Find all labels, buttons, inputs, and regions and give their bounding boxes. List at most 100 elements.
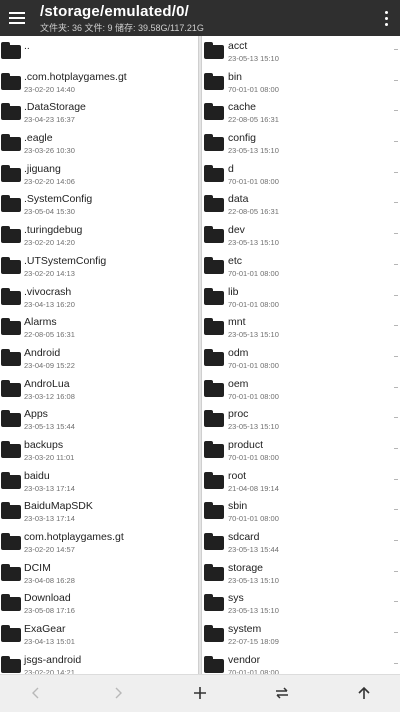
chevron-right-icon <box>115 687 122 699</box>
folder-row[interactable]: storage 23-05-13 15:10 <box>202 558 400 589</box>
folder-icon <box>204 72 224 90</box>
folder-name: acct <box>228 40 248 52</box>
folder-row[interactable]: bin 70-01-01 08:00 <box>202 67 400 98</box>
folder-name: Apps <box>24 408 48 421</box>
folder-row[interactable]: Download 23-05-08 17:16 <box>0 588 198 619</box>
chevron-left-icon <box>32 687 39 699</box>
folder-date: 23-02-20 14:40 <box>24 84 75 94</box>
folder-name: .SystemConfig <box>24 193 93 206</box>
folder-row[interactable]: DCIM 23-04-08 16:28 <box>0 558 198 589</box>
folder-icon <box>204 42 224 59</box>
folder-date: 23-05-13 15:10 <box>228 238 279 248</box>
right-file-pane[interactable]: acct 23-05-13 15:10 bin 70-01-01 08:00 cache… <box>202 36 400 674</box>
folder-row[interactable]: odm 70-01-01 08:00 <box>202 343 400 374</box>
folder-row[interactable]: proc 23-05-13 15:10 <box>202 404 400 435</box>
folder-row[interactable]: cache 22-08-05 16:31 <box>202 97 400 128</box>
folder-row[interactable]: baidu 23-03-13 17:14 <box>0 466 198 497</box>
folder-icon <box>1 533 21 550</box>
add-button[interactable] <box>180 675 220 712</box>
folder-row[interactable]: data 22-08-05 16:31 <box>202 189 400 220</box>
folder-row[interactable]: system 22-07-15 18:09 <box>202 619 400 650</box>
row-separator-mark <box>394 110 398 112</box>
folder-icon <box>204 103 224 121</box>
folder-icon <box>1 134 21 152</box>
folder-row[interactable]: .jiguang 23-02-20 14:06 <box>0 159 198 190</box>
folder-row[interactable]: AndroLua 23-03-12 16:08 <box>0 374 198 405</box>
folder-name: sbin <box>228 500 248 513</box>
more-vert-icon[interactable] <box>380 9 394 27</box>
folder-name: baidu <box>24 469 50 482</box>
folder-name: data <box>228 193 249 206</box>
folder-name: odm <box>228 346 249 359</box>
folder-row[interactable]: .SystemConfig 23-05-04 15:30 <box>0 189 198 220</box>
folder-date: 22-07-15 18:09 <box>228 637 279 647</box>
folder-row[interactable]: backups 23-03-20 11:01 <box>0 435 198 466</box>
folder-name: sys <box>228 592 244 605</box>
folder-row[interactable]: product 70-01-01 08:00 <box>202 435 400 466</box>
folder-row[interactable]: mnt 23-05-13 15:10 <box>202 312 400 343</box>
folder-date: 23-03-13 17:14 <box>24 514 75 524</box>
folder-icon <box>204 256 224 274</box>
folder-row[interactable]: lib 70-01-01 08:00 <box>202 282 400 313</box>
row-separator-mark <box>394 355 398 357</box>
folder-name: AndroLua <box>24 377 70 390</box>
folder-row[interactable]: BaiduMapSDK 23-03-13 17:14 <box>0 496 198 527</box>
folder-icon <box>1 287 21 305</box>
folder-row[interactable]: .DataStorage 23-04-23 16:37 <box>0 97 198 128</box>
folder-date: 22-08-05 16:31 <box>228 115 279 125</box>
back-button[interactable] <box>16 675 56 712</box>
folder-name: bin <box>228 70 243 83</box>
parent-folder-button[interactable] <box>344 675 384 712</box>
folder-icon <box>1 625 21 643</box>
folder-date: 23-02-20 14:20 <box>24 238 75 248</box>
folder-row[interactable]: etc 70-01-01 08:00 <box>202 251 400 282</box>
plus-icon <box>194 687 206 699</box>
folder-icon <box>204 655 224 673</box>
folder-row[interactable]: .vivocrash 23-04-13 16:20 <box>0 282 198 313</box>
folder-row[interactable]: Alarms 22-08-05 16:31 <box>0 312 198 343</box>
folder-row[interactable]: root 21-04-08 19:14 <box>202 466 400 497</box>
folder-icon <box>204 502 224 520</box>
folder-name: root <box>228 469 247 482</box>
folder-row[interactable]: sbin 70-01-01 08:00 <box>202 496 400 527</box>
folder-row[interactable]: dev 23-05-13 15:10 <box>202 220 400 251</box>
folder-icon <box>204 287 224 305</box>
folder-row[interactable]: .UTSystemConfig 23-02-20 14:13 <box>0 251 198 282</box>
folder-icon <box>1 348 21 366</box>
folder-row[interactable]: .. <box>0 36 198 67</box>
folder-date: 23-03-12 16:08 <box>24 391 75 401</box>
folder-date: 70-01-01 08:00 <box>228 452 279 462</box>
folder-row[interactable]: ExaGear 23-04-13 15:01 <box>0 619 198 650</box>
folder-row[interactable]: sdcard 23-05-13 15:44 <box>202 527 400 558</box>
folder-icon <box>204 195 224 213</box>
folder-row[interactable]: .com.hotplaygames.gt 23-02-20 14:40 <box>0 67 198 98</box>
menu-icon[interactable] <box>6 7 28 29</box>
folder-icon <box>1 318 21 336</box>
folder-row[interactable]: d 70-01-01 08:00 <box>202 159 400 190</box>
folder-row[interactable]: sys 23-05-13 15:10 <box>202 588 400 619</box>
folder-row[interactable]: vendor 70-01-01 08:00 <box>202 650 400 674</box>
folder-row[interactable]: .eagle 23-03-26 10:30 <box>0 128 198 159</box>
swap-panes-button[interactable] <box>262 675 302 712</box>
row-separator-mark <box>394 171 398 173</box>
storage-stats: 文件夹: 36 文件: 9 储存: 39.58G/117.21G <box>40 23 204 33</box>
folder-date: 23-05-13 15:10 <box>228 606 279 616</box>
folder-name: product <box>228 438 264 451</box>
folder-row[interactable]: .turingdebug 23-02-20 14:20 <box>0 220 198 251</box>
folder-date: 23-05-13 15:44 <box>228 545 279 554</box>
folder-name: jsgs-android <box>24 653 82 666</box>
folder-row[interactable]: oem 70-01-01 08:00 <box>202 374 400 405</box>
folder-row[interactable]: jsgs-android 23-02-20 14:21 <box>0 650 198 674</box>
row-separator-mark <box>394 386 398 388</box>
folder-icon <box>204 563 224 581</box>
folder-row[interactable]: Apps 23-05-13 15:44 <box>0 404 198 435</box>
folder-row[interactable]: com.hotplaygames.gt 23-02-20 14:57 <box>0 527 198 558</box>
folder-row[interactable]: Android 23-04-09 15:22 <box>0 343 198 374</box>
folder-row[interactable]: config 23-05-13 15:10 <box>202 128 400 159</box>
folder-name: sdcard <box>228 531 260 543</box>
folder-icon <box>204 440 224 458</box>
forward-button[interactable] <box>98 675 138 712</box>
folder-name: Android <box>24 346 61 359</box>
folder-row[interactable]: acct 23-05-13 15:10 <box>202 36 400 67</box>
left-file-pane[interactable]: .. .com.hotplaygames.gt 23-02-20 14:40 .Dat… <box>0 36 198 674</box>
